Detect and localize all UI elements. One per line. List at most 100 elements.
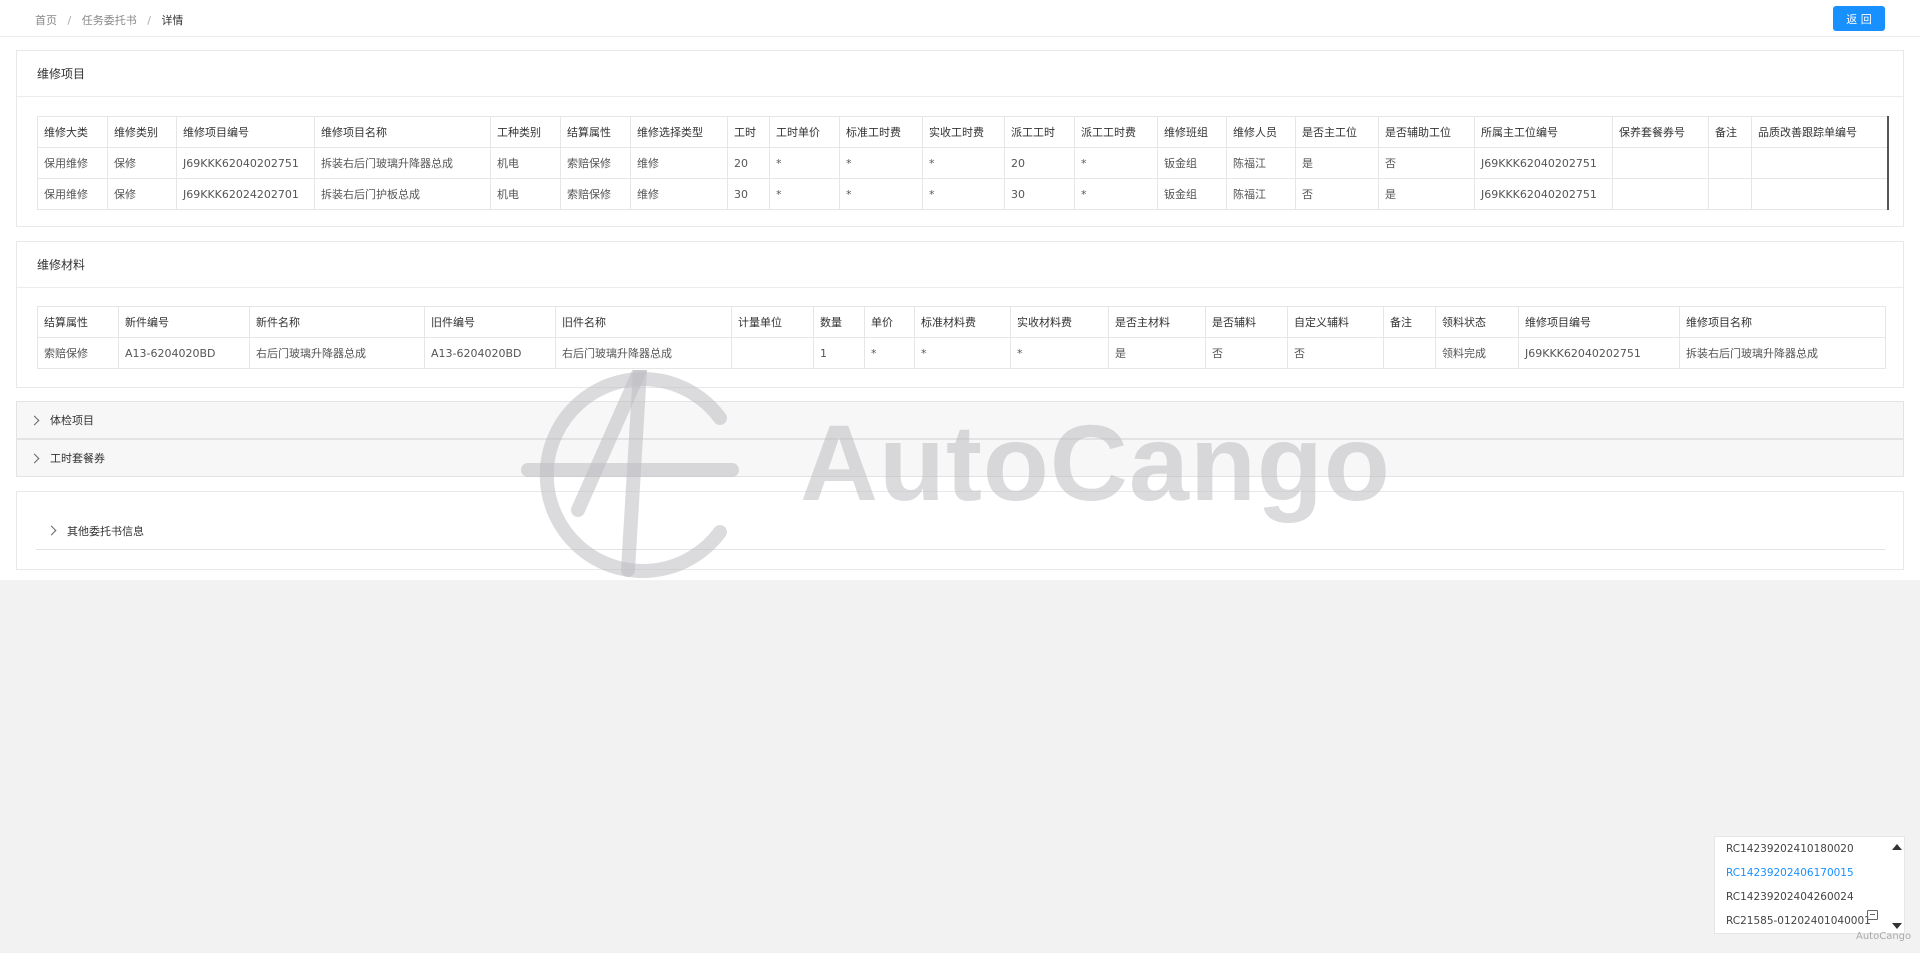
table-cell: 否	[1378, 147, 1475, 179]
collapse-section-physical-check[interactable]: 体检项目	[16, 401, 1904, 439]
repair-materials-card: 维修材料 结算属性 新件编号 新件名称 旧件编号 旧件名称 计量单位 数量 单价 标准材料费 实收…	[16, 241, 1904, 388]
order-item[interactable]: RC21585-01202401040001	[1726, 915, 1871, 927]
table-cell: 机电	[490, 178, 561, 210]
table-cell: J69KKK62040202751	[1474, 178, 1613, 210]
repair-items-table-wrap: 维修大类 维修类别 维修项目编号 维修项目名称 工种类别 结算属性 维修选择类型 工时 工时单价…	[37, 116, 1889, 210]
order-item-active[interactable]: RC14239202406170015	[1726, 867, 1854, 879]
column-header: 结算属性	[37, 306, 119, 338]
table-cell: 保修	[107, 178, 177, 210]
repair-items-header-row: 维修大类 维修类别 维修项目编号 维修项目名称 工种类别 结算属性 维修选择类型 工时 工时单价…	[37, 116, 1888, 148]
repair-materials-header-row: 结算属性 新件编号 新件名称 旧件编号 旧件名称 计量单位 数量 单价 标准材料费 实收材料费 是否…	[37, 306, 1886, 338]
column-header: 实收工时费	[922, 116, 1005, 148]
column-header: 标准工时费	[839, 116, 923, 148]
column-header: 领料状态	[1435, 306, 1519, 338]
scroll-up-icon[interactable]	[1892, 844, 1902, 850]
table-cell: 1	[813, 337, 865, 369]
repair-items-card: 维修项目 维修大类 维修类别 维修项目编号 维修项目名称 工种类别 结算属性 维修选择类型工…	[16, 50, 1904, 227]
table-cell: 拆装右后门玻璃升降器总成	[1679, 337, 1886, 369]
column-header: 单价	[864, 306, 915, 338]
table-cell: *	[1010, 337, 1109, 369]
table-cell: *	[839, 147, 923, 179]
table-cell: A13-6204020BD	[424, 337, 556, 369]
column-header: 维修项目名称	[1679, 306, 1886, 338]
chevron-right-icon	[29, 415, 40, 425]
table-cell: J69KKK62040202751	[1518, 337, 1680, 369]
breadcrumb-parent[interactable]: 任务委托书	[82, 14, 137, 27]
column-header: 所属主工位编号	[1474, 116, 1613, 148]
table-cell: 否	[1287, 337, 1384, 369]
table-cell: J69KKK62024202701	[176, 178, 315, 210]
table-cell: 索赔保修	[560, 147, 631, 179]
column-header: 保养套餐券号	[1612, 116, 1709, 148]
table-cell: *	[864, 337, 915, 369]
order-item[interactable]: RC14239202410180020	[1726, 843, 1854, 855]
table-cell	[1708, 147, 1752, 179]
table-cell: 领料完成	[1435, 337, 1519, 369]
table-cell: 维修	[630, 178, 728, 210]
table-cell	[1708, 178, 1752, 210]
table-cell: *	[1074, 147, 1158, 179]
scroll-down-icon[interactable]	[1892, 923, 1902, 929]
table-cell	[731, 337, 814, 369]
column-header: 维修项目编号	[176, 116, 315, 148]
table-cell	[1612, 147, 1709, 179]
table-cell: 20	[727, 147, 770, 179]
column-header: 旧件编号	[424, 306, 556, 338]
column-header: 计量单位	[731, 306, 814, 338]
table-cell: A13-6204020BD	[118, 337, 250, 369]
collapse-section-label: 工时套餐券	[50, 452, 105, 465]
table-cell: 钣金组	[1157, 147, 1227, 179]
table-cell: 是	[1378, 178, 1475, 210]
table-row: 保用维修 保修 J69KKK62040202751 拆装右后门玻璃升降器总成 机电 索赔保…	[37, 147, 1888, 179]
collapse-section-label: 体检项目	[50, 414, 94, 427]
table-cell: 索赔保修	[560, 178, 631, 210]
table-cell: 是	[1108, 337, 1206, 369]
column-header: 备注	[1708, 116, 1752, 148]
column-header: 自定义辅料	[1287, 306, 1384, 338]
breadcrumb-separator: /	[67, 14, 72, 27]
table-cell: 右后门玻璃升降器总成	[249, 337, 425, 369]
column-header: 维修选择类型	[630, 116, 728, 148]
column-header: 维修班组	[1157, 116, 1227, 148]
column-header: 维修类别	[107, 116, 177, 148]
column-header: 是否辅料	[1205, 306, 1288, 338]
table-cell: 拆装右后门护板总成	[314, 178, 491, 210]
order-item[interactable]: RC14239202404260024	[1726, 891, 1854, 903]
table-cell: J69KKK62040202751	[176, 147, 315, 179]
back-button[interactable]: 返 回	[1833, 6, 1885, 31]
table-cell: 机电	[490, 147, 561, 179]
column-header: 结算属性	[560, 116, 631, 148]
other-info-toggle[interactable]: 其他委托书信息	[36, 512, 1885, 550]
column-header: 旧件名称	[555, 306, 732, 338]
breadcrumb-current: 详情	[161, 14, 184, 27]
column-header: 标准材料费	[914, 306, 1011, 338]
table-cell: *	[769, 178, 840, 210]
table-row: 保用维修 保修 J69KKK62024202701 拆装右后门护板总成 机电 索赔保修 维修…	[37, 178, 1888, 210]
breadcrumb-separator: /	[147, 14, 151, 27]
table-cell	[1612, 178, 1709, 210]
table-cell: 30	[727, 178, 770, 210]
table-cell: *	[922, 178, 1005, 210]
table-cell: 索赔保修	[37, 337, 119, 369]
chevron-right-icon	[46, 525, 57, 536]
table-cell: *	[769, 147, 840, 179]
table-cell: *	[922, 147, 1005, 179]
table-cell: 20	[1004, 147, 1075, 179]
column-header: 维修项目名称	[314, 116, 491, 148]
table-cell: 维修	[630, 147, 728, 179]
breadcrumb-home[interactable]: 首页	[35, 14, 57, 27]
column-header: 实收材料费	[1010, 306, 1109, 338]
table-cell: 右后门玻璃升降器总成	[555, 337, 732, 369]
table-cell: 是	[1295, 147, 1379, 179]
table-cell: *	[1074, 178, 1158, 210]
table-cell: J69KKK62040202751	[1474, 147, 1613, 179]
table-row: 索赔保修 A13-6204020BD 右后门玻璃升降器总成 A13-6204020BD…	[37, 337, 1886, 369]
column-header: 工时	[727, 116, 770, 148]
minimize-icon[interactable]	[1867, 910, 1878, 920]
table-cell: 保用维修	[37, 147, 108, 179]
collapse-section-labor-package[interactable]: 工时套餐券	[16, 439, 1904, 477]
table-cell: 保修	[107, 147, 177, 179]
column-header: 新件编号	[118, 306, 250, 338]
table-cell: 陈福江	[1226, 147, 1296, 179]
top-bar: 首页 / 任务委托书 / 详情 返 回	[0, 0, 1920, 37]
